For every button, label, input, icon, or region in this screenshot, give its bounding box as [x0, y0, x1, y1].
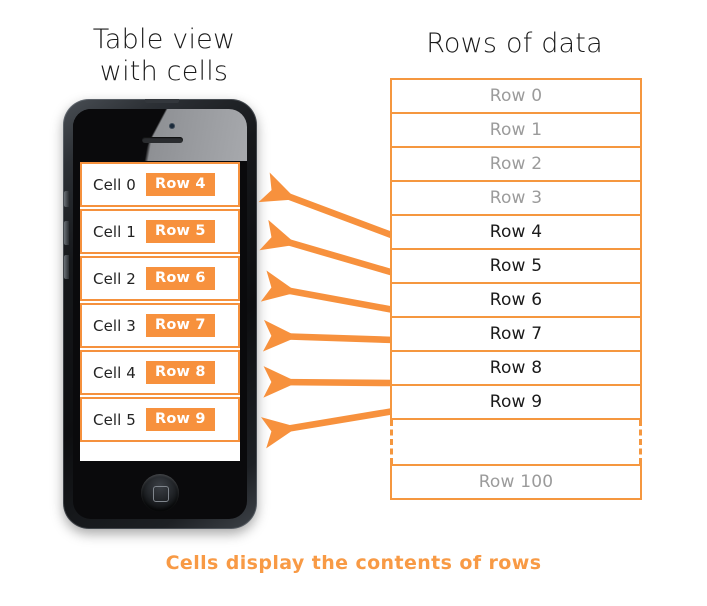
table-view-cell[interactable]: Cell 0 Row 4 [80, 162, 240, 207]
arrow-row9-to-cell5 [260, 407, 395, 449]
table-row[interactable]: Row 7 [390, 316, 642, 352]
cell-row-badge: Row 5 [145, 219, 215, 244]
table-row[interactable]: Row 5 [390, 248, 642, 284]
phone-top-area [73, 109, 247, 161]
table-view-cell[interactable]: Cell 1 Row 5 [80, 209, 240, 254]
arrow-row7-to-cell3 [262, 319, 395, 352]
screen-glare [73, 109, 247, 161]
table-view-cell[interactable]: Cell 4 Row 8 [80, 350, 240, 395]
cell-row-badge: Row 6 [145, 266, 215, 291]
table-row[interactable]: Row 6 [390, 282, 642, 318]
phone-top-notch [145, 99, 179, 103]
phone-screen: Cell 0 Row 4 Cell 1 Row 5 Cell 2 Row 6 C… [80, 162, 240, 461]
table-view-cell[interactable]: Cell 5 Row 9 [80, 397, 240, 442]
volume-down-button[interactable] [64, 255, 69, 279]
cell-label: Cell 3 [93, 316, 136, 335]
rows-of-data-heading: Rows of data [426, 28, 603, 59]
table-row-last[interactable]: Row 100 [390, 464, 642, 500]
cell-row-badge: Row 4 [145, 172, 215, 197]
mapping-arrows-group [258, 172, 396, 449]
home-square-glyph [153, 486, 169, 502]
cell-row-badge: Row 8 [145, 360, 215, 385]
arrow-row8-to-cell4 [263, 366, 395, 398]
table-row[interactable]: Row 1 [390, 112, 642, 148]
table-row[interactable]: Row 0 [390, 78, 642, 114]
volume-up-button[interactable] [64, 221, 69, 245]
cell-label: Cell 1 [93, 222, 136, 241]
smartphone-mockup: Cell 0 Row 4 Cell 1 Row 5 Cell 2 Row 6 C… [57, 97, 263, 534]
rows-ellipsis-gap [390, 420, 642, 464]
silent-switch[interactable] [64, 191, 69, 207]
figure-caption: Cells display the contents of rows [165, 552, 542, 574]
table-row[interactable]: Row 2 [390, 146, 642, 182]
cell-label: Cell 4 [93, 363, 136, 382]
arrow-row5-to-cell1 [259, 219, 395, 277]
phone-body: Cell 0 Row 4 Cell 1 Row 5 Cell 2 Row 6 C… [63, 99, 257, 529]
home-button-icon[interactable] [141, 474, 179, 512]
table-view-heading: Table view with cells [24, 24, 304, 88]
table-row[interactable]: Row 8 [390, 350, 642, 386]
table-view-cell[interactable]: Cell 2 Row 6 [80, 256, 240, 301]
arrow-row6-to-cell2 [260, 270, 395, 314]
table-view-cell[interactable]: Cell 3 Row 7 [80, 303, 240, 348]
cell-label: Cell 0 [93, 175, 136, 194]
table-row[interactable]: Row 4 [390, 214, 642, 250]
table-view-heading-line1: Table view [92, 24, 236, 55]
table-row[interactable]: Row 9 [390, 384, 642, 420]
cell-row-badge: Row 9 [145, 407, 215, 432]
earpiece-speaker-icon [142, 137, 183, 143]
cell-row-badge: Row 7 [145, 313, 215, 338]
table-view-heading-line2: with cells [99, 55, 229, 87]
table-row[interactable]: Row 3 [390, 180, 642, 216]
rows-of-data-table: Row 0 Row 1 Row 2 Row 3 Row 4 Row 5 Row … [390, 78, 642, 500]
camera-dot-icon [169, 123, 175, 129]
arrow-row4-to-cell0 [258, 172, 396, 240]
cell-label: Cell 5 [93, 410, 136, 429]
cell-label: Cell 2 [93, 269, 136, 288]
